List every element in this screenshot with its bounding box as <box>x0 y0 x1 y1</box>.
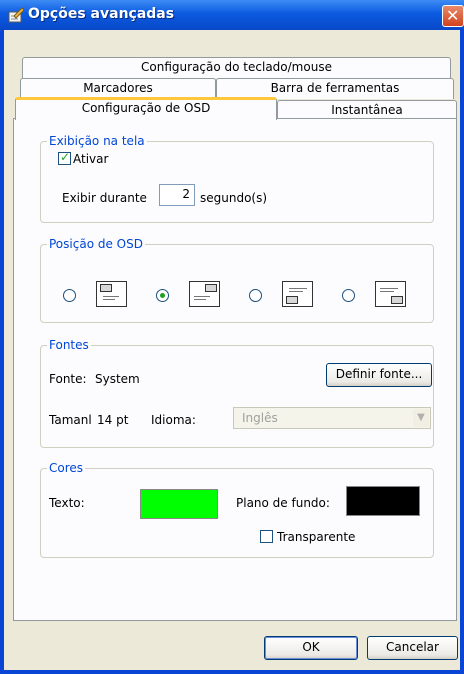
osd-position-legend: Posição de OSD <box>47 237 145 251</box>
ok-button[interactable]: OK <box>264 636 358 660</box>
bottom-right-position-icon <box>375 281 406 307</box>
background-color-label: Plano de fundo: <box>236 496 330 510</box>
osd-display-group: Exibição na tela ✓ Ativar Exibir durante… <box>40 134 434 223</box>
size-value: 14 pt <box>97 413 129 427</box>
position-bottom-left-radio[interactable] <box>249 289 262 302</box>
fonts-legend: Fontes <box>47 338 91 352</box>
tab-bookmarks[interactable]: Marcadores <box>20 78 216 99</box>
text-color-swatch[interactable] <box>140 489 218 519</box>
language-select[interactable]: Inglês ▼ <box>233 407 431 429</box>
bottom-left-position-icon <box>282 281 313 307</box>
position-top-left-radio[interactable] <box>63 289 76 302</box>
background-color-swatch[interactable] <box>346 486 420 516</box>
seconds-label: segundo(s) <box>200 191 268 205</box>
options-dialog: Opções avançadas ✕ Configuração do tecla… <box>0 0 464 674</box>
window-title: Opções avançadas <box>28 6 175 22</box>
language-label: Idioma: <box>151 413 196 427</box>
text-color-label: Texto: <box>49 496 85 510</box>
font-value: System <box>95 372 140 386</box>
language-value: Inglês <box>242 411 278 425</box>
tab-snapshot[interactable]: Instantânea <box>277 100 457 120</box>
pencil-paper-icon <box>8 7 24 23</box>
enable-label[interactable]: Ativar <box>73 152 108 166</box>
chevron-down-icon: ▼ <box>413 409 429 427</box>
colors-legend: Cores <box>47 461 86 475</box>
osd-position-group: Posição de OSD <box>40 237 434 323</box>
enable-checkbox[interactable]: ✓ <box>58 150 71 165</box>
fonts-group: Fontes Fonte: System Definir fonte... Ta… <box>40 338 434 448</box>
top-left-position-icon <box>96 281 127 307</box>
close-icon: ✕ <box>446 6 460 25</box>
close-button[interactable]: ✕ <box>442 5 464 27</box>
size-label: Tamanl <box>49 413 92 427</box>
duration-input[interactable]: 2 <box>159 184 195 206</box>
define-font-button[interactable]: Definir fonte... <box>326 363 432 387</box>
show-for-label: Exibir durante <box>62 191 147 205</box>
tab-toolbar[interactable]: Barra de ferramentas <box>216 78 454 99</box>
colors-group: Cores Texto: Plano de fundo: Transparent… <box>40 461 434 558</box>
transparent-checkbox[interactable] <box>260 530 273 543</box>
font-label: Fonte: <box>49 372 87 386</box>
tab-osd-settings[interactable]: Configuração de OSD <box>15 97 277 120</box>
cancel-button[interactable]: Cancelar <box>367 636 458 660</box>
position-bottom-right-radio[interactable] <box>342 289 355 302</box>
tab-keyboard-mouse[interactable]: Configuração do teclado/mouse <box>22 57 451 78</box>
transparent-label[interactable]: Transparente <box>277 530 355 544</box>
top-right-position-icon <box>189 281 220 307</box>
tab-panel: Exibição na tela ✓ Ativar Exibir durante… <box>13 118 457 621</box>
title-bar[interactable]: Opções avançadas ✕ <box>0 0 464 30</box>
position-top-right-radio[interactable] <box>156 289 169 302</box>
osd-display-legend: Exibição na tela <box>47 134 147 148</box>
check-icon: ✓ <box>60 150 71 164</box>
